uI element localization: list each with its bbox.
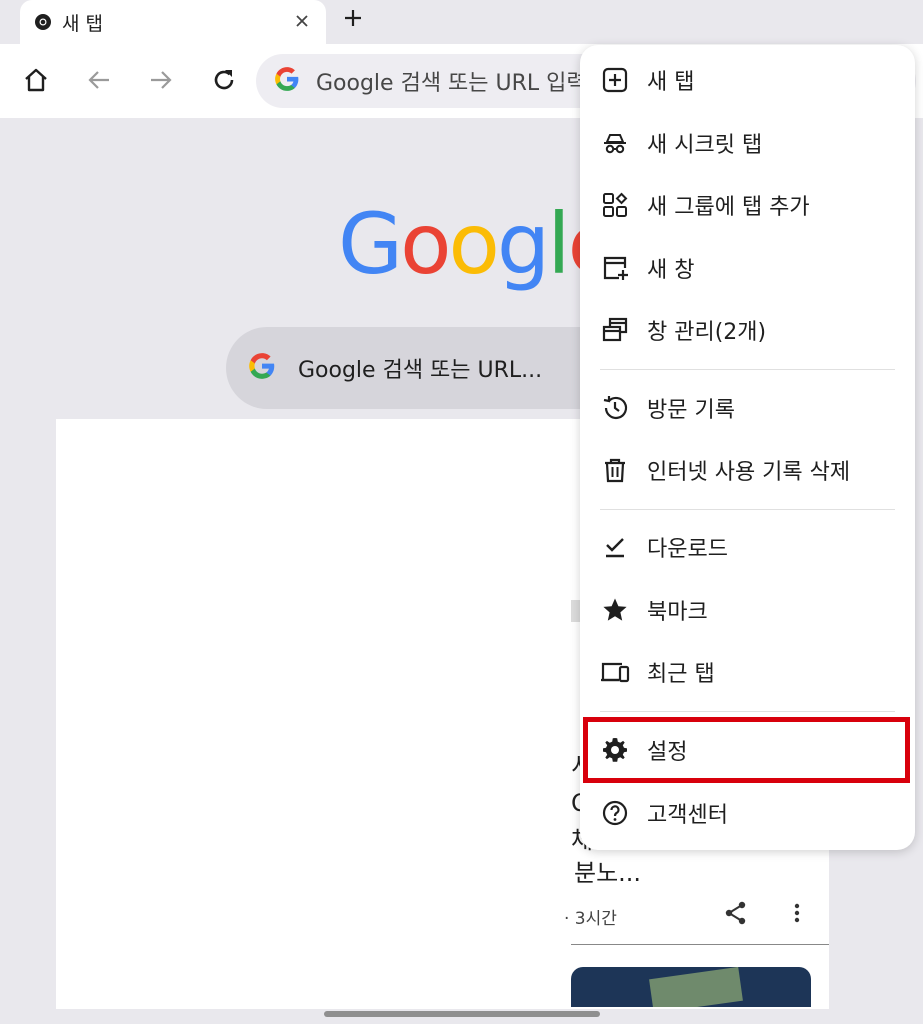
menu-item-new-window[interactable]: 새 창 [580, 238, 915, 298]
incognito-icon [600, 128, 630, 158]
menu-item-help[interactable]: 고객센터 [580, 783, 915, 843]
menu-item-label: 고객센터 [647, 803, 728, 828]
trash-icon [600, 455, 630, 485]
settings-highlight-box [583, 717, 910, 783]
more-vert-icon[interactable] [787, 900, 807, 926]
menu-divider [600, 369, 895, 370]
omnibox-text: Google 검색 또는 URL 입력 [316, 71, 587, 96]
download-icon [600, 532, 630, 562]
tab-group-icon [600, 190, 630, 220]
menu-item-label: 창 관리(2개) [647, 320, 767, 345]
google-g-icon [274, 66, 300, 96]
back-arrow-icon [88, 71, 109, 89]
menu-item-manage-windows[interactable]: 창 관리(2개) [580, 300, 915, 360]
ntp-search-placeholder: Google 검색 또는 URL... [298, 358, 543, 383]
menu-item-label: 새 탭 [647, 70, 695, 95]
menu-item-incognito[interactable]: 새 시크릿 탭 [580, 113, 915, 173]
new-tab-button[interactable] [338, 3, 368, 33]
history-icon [600, 393, 630, 423]
menu-item-bookmarks[interactable]: 북마크 [580, 580, 915, 640]
reload-button[interactable] [207, 63, 241, 97]
logo-letter: o [400, 195, 451, 293]
menu-item-label: 북마크 [647, 600, 708, 625]
forward-arrow-icon [151, 71, 172, 89]
recent-tabs-icon [600, 657, 630, 687]
google-logo: Google [338, 202, 619, 286]
share-icon[interactable] [723, 900, 749, 926]
feed-divider [571, 944, 829, 945]
reload-icon [214, 70, 234, 90]
forward-button[interactable] [144, 63, 178, 97]
logo-letter: o [448, 195, 500, 293]
menu-item-label: 새 시크릿 탭 [647, 133, 763, 158]
logo-letter: l [547, 195, 570, 293]
manage-windows-icon [600, 315, 630, 345]
menu-item-label: 다운로드 [647, 537, 728, 562]
close-icon[interactable] [290, 9, 314, 33]
menu-item-label: 새 창 [647, 258, 695, 283]
new-window-icon [600, 253, 630, 283]
menu-item-label: 최근 탭 [647, 662, 715, 687]
menu-item-label: 방문 기록 [647, 398, 735, 423]
menu-divider [600, 509, 895, 510]
feed-time: · 3시간 [564, 909, 617, 929]
tab-new-tab[interactable]: 새 탭 [20, 0, 326, 44]
menu-divider [600, 711, 895, 712]
star-icon [600, 595, 630, 625]
menu-item-label: 인터넷 사용 기록 삭제 [647, 460, 851, 485]
feed-thumbnail[interactable] [571, 967, 811, 1007]
menu-item-recent-tabs[interactable]: 최근 탭 [580, 642, 915, 702]
back-button[interactable] [82, 63, 116, 97]
feed-headline-line: 분노... [574, 859, 642, 887]
tab-title: 새 탭 [62, 12, 103, 35]
menu-item-add-tab-to-group[interactable]: 새 그룹에 탭 추가 [580, 175, 915, 235]
home-icon [25, 68, 47, 92]
logo-letter: G [338, 195, 403, 293]
menu-item-new-tab[interactable]: 새 탭 [580, 50, 915, 110]
logo-letter: g [496, 195, 550, 293]
blank-content-area [56, 419, 571, 1009]
tab-strip: 새 탭 [0, 0, 923, 44]
google-g-icon [248, 352, 276, 384]
new-tab-icon [600, 65, 630, 95]
menu-item-clear-browsing-data[interactable]: 인터넷 사용 기록 삭제 [580, 440, 915, 500]
menu-item-downloads[interactable]: 다운로드 [580, 517, 915, 577]
help-icon [600, 798, 630, 828]
chrome-icon [34, 13, 52, 31]
menu-item-history[interactable]: 방문 기록 [580, 378, 915, 438]
home-button[interactable] [19, 63, 53, 97]
menu-item-label: 새 그룹에 탭 추가 [647, 195, 810, 220]
gesture-home-bar[interactable] [324, 1011, 600, 1017]
